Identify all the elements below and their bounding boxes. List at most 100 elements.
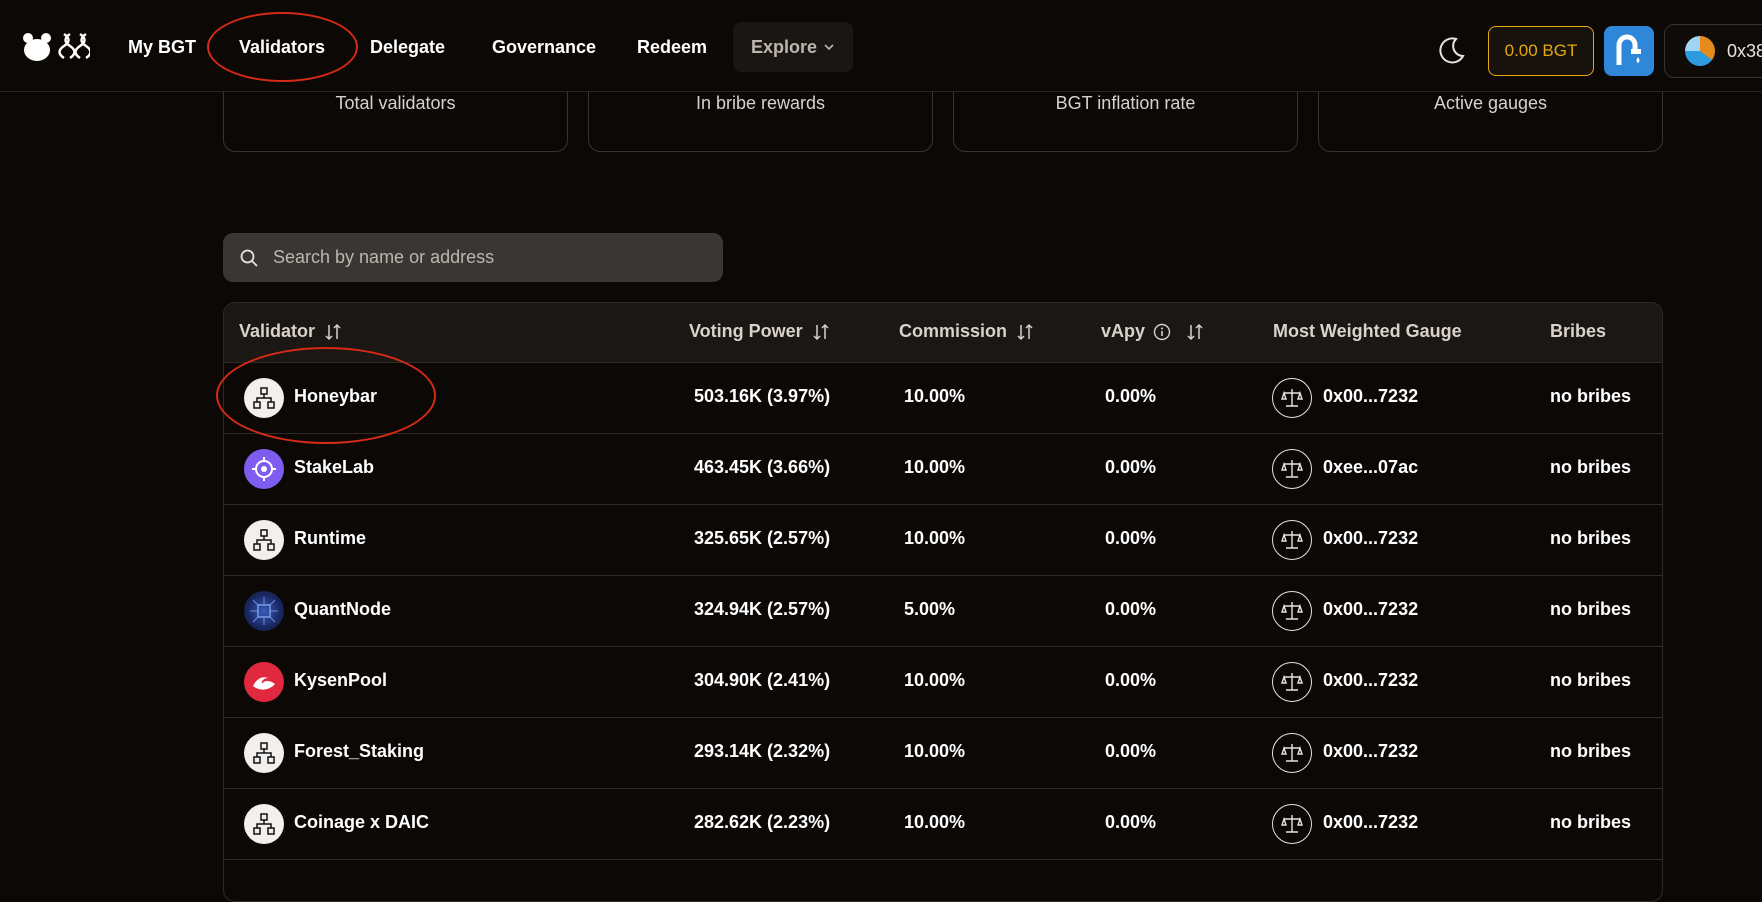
faucet-icon [1616,34,1641,65]
gauge-address[interactable]: 0x00...7232 [1323,528,1418,549]
header-most-weighted-gauge: Most Weighted Gauge [1273,321,1462,342]
table-row[interactable]: Forest_Staking 293.14K (2.32%) 10.00% 0.… [224,718,1662,789]
commission: 10.00% [904,386,966,406]
bribes: no bribes [1550,741,1632,761]
header-label: Validator [239,321,316,341]
network-icon [244,520,284,560]
nav-validators[interactable]: Validators [239,33,325,61]
voting-power: 293.14K (2.32%) [694,741,831,761]
network-icon [244,378,284,418]
header-commission[interactable]: Commission [899,321,1035,342]
voting-power: 304.90K (2.41%) [694,670,831,690]
header-validator[interactable]: Validator [239,321,343,342]
nav-explore-label: Explore [750,36,818,57]
search-bar [223,233,723,282]
wallet-button[interactable]: 0x38 [1664,24,1762,78]
table-row[interactable]: Honeybar 503.16K (3.97%) 10.00% 0.00% 0x… [224,363,1662,434]
bgt-balance-button[interactable]: 0.00 BGT [1488,26,1594,76]
nav-governance[interactable]: Governance [492,33,596,61]
header-label: Commission [899,321,1008,341]
scale-icon [1272,449,1312,489]
moon-icon[interactable] [1436,34,1468,66]
commission: 10.00% [904,741,966,761]
scale-icon [1272,804,1312,844]
scale-icon [1272,662,1312,702]
header-label: vApy [1101,321,1146,341]
table-row[interactable]: Runtime 325.65K (2.57%) 10.00% 0.00% 0x0… [224,505,1662,576]
gauge-address[interactable]: 0x00...7232 [1323,670,1418,691]
search-icon [240,249,258,267]
stat-label: In bribe rewards [695,93,826,113]
sort-icon[interactable] [811,322,831,342]
scale-icon [1272,733,1312,773]
chevron-down-icon [824,44,834,51]
header-label: Bribes [1550,321,1607,341]
faucet-button[interactable] [1604,26,1654,76]
validators-table: Validator Voting Power Commission vApy M… [223,302,1663,902]
validator-name[interactable]: Coinage x DAIC [294,812,429,833]
gauge-address[interactable]: 0x00...7232 [1323,741,1418,762]
nav-delegate[interactable]: Delegate [370,33,445,61]
stat-label: Active gauges [1433,93,1548,113]
table-row[interactable]: KysenPool 304.90K (2.41%) 10.00% 0.00% 0… [224,647,1662,718]
commission: 10.00% [904,812,966,832]
nav-redeem[interactable]: Redeem [637,33,707,61]
commission: 10.00% [904,457,966,477]
vapy: 0.00% [1105,599,1157,619]
nav-explore-dropdown[interactable]: Explore [733,22,853,72]
wallet-avatar [1685,36,1715,66]
header-vapy[interactable]: vApy [1101,321,1205,342]
gauge-address[interactable]: 0x00...7232 [1323,599,1418,620]
validator-name[interactable]: Honeybar [294,386,377,407]
header-label: Most Weighted Gauge [1273,321,1462,341]
header-voting-power[interactable]: Voting Power [689,321,831,342]
voting-power: 503.16K (3.97%) [694,386,831,406]
bribes: no bribes [1550,599,1632,619]
header-bribes: Bribes [1550,321,1606,342]
vapy: 0.00% [1105,528,1157,548]
scale-icon [1272,378,1312,418]
bribes: no bribes [1550,386,1632,406]
validator-name[interactable]: Forest_Staking [294,741,424,762]
validator-name[interactable]: KysenPool [294,670,387,691]
sort-icon[interactable] [1015,322,1035,342]
gauge-address[interactable]: 0xee...07ac [1323,457,1418,478]
stakelab-logo [244,449,284,489]
bera-logo-icon[interactable] [20,30,90,66]
vapy: 0.00% [1105,457,1157,477]
network-icon [244,804,284,844]
scale-icon [1272,520,1312,560]
vapy: 0.00% [1105,741,1157,761]
validator-name[interactable]: QuantNode [294,599,391,620]
bribes: no bribes [1550,457,1632,477]
table-row[interactable]: StakeLab 463.45K (3.66%) 10.00% 0.00% 0x… [224,434,1662,505]
voting-power: 463.45K (3.66%) [694,457,831,477]
kysenpool-logo [244,662,284,702]
table-row[interactable]: QuantNode 324.94K (2.57%) 5.00% 0.00% 0x… [224,576,1662,647]
vapy: 0.00% [1105,812,1157,832]
network-icon [244,733,284,773]
table-row[interactable]: Coinage x DAIC 282.62K (2.23%) 10.00% 0.… [224,789,1662,860]
commission: 5.00% [904,599,956,619]
sort-icon[interactable] [1185,322,1205,342]
validator-name[interactable]: Runtime [294,528,366,549]
validator-name[interactable]: StakeLab [294,457,374,478]
voting-power: 282.62K (2.23%) [694,812,831,832]
sort-icon[interactable] [323,322,343,342]
voting-power: 325.65K (2.57%) [694,528,831,548]
commission: 10.00% [904,670,966,690]
search-input[interactable] [271,246,711,269]
vapy: 0.00% [1105,670,1157,690]
gauge-address[interactable]: 0x00...7232 [1323,812,1418,833]
info-icon[interactable] [1153,323,1171,341]
nav-my-bgt[interactable]: My BGT [128,33,196,61]
gauge-address[interactable]: 0x00...7232 [1323,386,1418,407]
top-nav-bar: My BGT Validators Delegate Governance Re… [0,0,1762,92]
bribes: no bribes [1550,528,1632,548]
stat-label: Total validators [335,93,456,113]
voting-power: 324.94K (2.57%) [694,599,831,619]
quantnode-logo [244,591,284,631]
header-label: Voting Power [689,321,803,341]
commission: 10.00% [904,528,966,548]
stat-label: BGT inflation rate [1055,93,1196,113]
